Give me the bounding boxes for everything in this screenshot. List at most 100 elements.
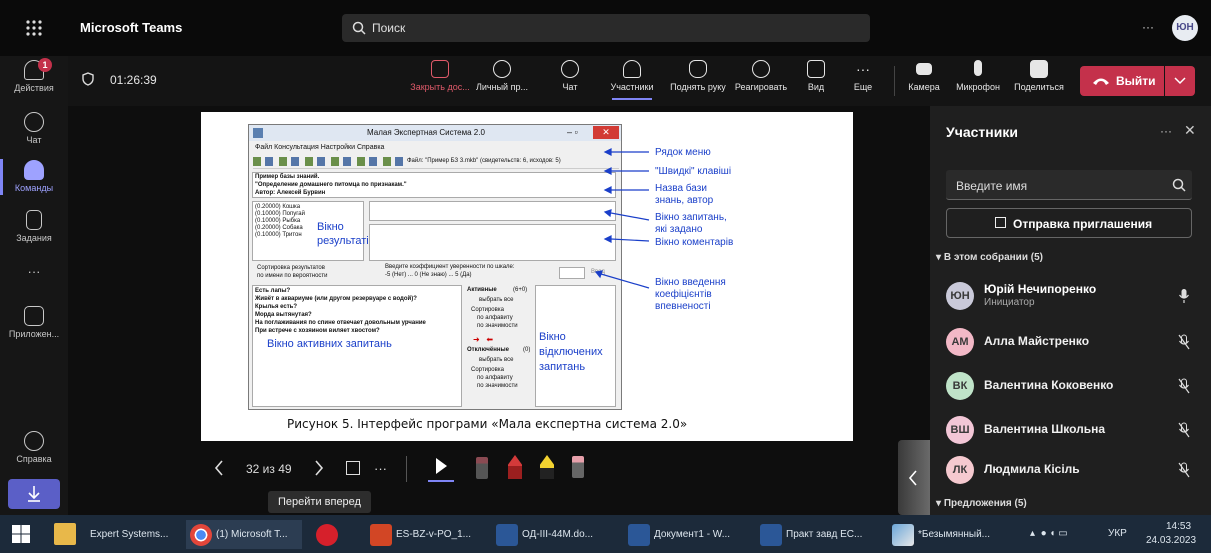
hangup-icon	[1093, 78, 1109, 85]
divider	[894, 66, 895, 96]
rail-item-assignments[interactable]: Задания	[0, 210, 68, 243]
avatar: ЛК	[946, 456, 974, 484]
clock-date[interactable]: 24.03.2023	[1146, 535, 1196, 546]
app-launcher-icon[interactable]	[24, 18, 44, 38]
pen-gray-icon[interactable]	[476, 457, 488, 479]
rail-item-more[interactable]: ···	[0, 264, 68, 279]
taskbar-label: Expert Systems...	[90, 529, 168, 540]
rail-item-label: Приложен...	[8, 329, 60, 339]
participants-panel: Участники ··· ✕ Введите имя Отправка при…	[930, 106, 1211, 515]
close-share-button[interactable]: Закрыть дос...	[410, 60, 470, 92]
participant-name: Людмила Кісіль	[984, 462, 1080, 476]
camera-button[interactable]: Камера	[906, 60, 942, 92]
view-button[interactable]: Вид	[803, 60, 829, 92]
participants-button[interactable]: Участники	[602, 60, 662, 100]
shield-icon	[82, 72, 94, 86]
highlighter-icon[interactable]	[540, 455, 554, 479]
rail-item-teams[interactable]: Команды	[0, 160, 68, 193]
download-button[interactable]	[8, 479, 60, 509]
rail-item-apps[interactable]: Приложен...	[0, 306, 68, 339]
apps-icon	[24, 306, 44, 326]
grid-icon[interactable]	[346, 461, 360, 475]
rail-item-activity[interactable]: Действия 1	[0, 58, 68, 93]
more-options-button[interactable]: ···	[374, 461, 387, 476]
personal-button[interactable]: Личный пр...	[475, 60, 529, 92]
button-label: Участники	[610, 82, 654, 92]
rail-item-help[interactable]: Справка	[0, 431, 68, 464]
search-icon	[352, 21, 366, 35]
avatar: АМ	[946, 328, 974, 356]
teams-icon	[24, 160, 44, 180]
collapse-icon: ▾	[936, 252, 944, 263]
participant-row[interactable]: ЛК Людмила Кісіль	[946, 450, 1196, 490]
next-slide-icon[interactable]	[314, 460, 324, 476]
participant-row[interactable]: ВК Валентина Коковенко	[946, 366, 1196, 406]
participant-row[interactable]: ЮН Юрій Нечипоренко Инициатор	[946, 276, 1196, 316]
section-label: В этом собрании (5)	[943, 252, 1043, 263]
more-actions-button[interactable]: ··· Еще	[848, 60, 878, 92]
user-avatar[interactable]: ЮН	[1172, 15, 1198, 41]
language-indicator[interactable]: УКР	[1108, 528, 1127, 539]
taskbar-item[interactable]: Практ завд ЕС...	[756, 520, 882, 549]
taskbar-item[interactable]: Expert Systems...	[60, 520, 168, 549]
search-icon	[1172, 178, 1186, 192]
clock-time[interactable]: 14:53	[1166, 521, 1191, 532]
word-icon	[496, 524, 518, 546]
button-label: Чат	[562, 82, 578, 92]
suggestions-section[interactable]: ▾ Предложения (5)	[936, 498, 1027, 509]
taskbar-item[interactable]: (1) Microsoft T...	[186, 520, 302, 549]
taskbar-item[interactable]	[312, 520, 356, 549]
participant-row[interactable]: АМ Алла Майстренко	[946, 322, 1196, 362]
button-label: Камера	[908, 82, 940, 92]
button-label: Микрофон	[956, 82, 1000, 92]
rail-item-label: Команды	[14, 183, 54, 193]
annotation-questions: які задано	[655, 224, 703, 235]
app-title: Microsoft Teams	[80, 20, 183, 35]
close-panel-icon[interactable]: ✕	[1184, 122, 1196, 139]
participant-role: Инициатор	[984, 297, 1035, 308]
raise-hand-button[interactable]: Поднять руку	[668, 60, 728, 92]
grid-view-icon	[807, 60, 825, 78]
react-button[interactable]: Реагировать	[734, 60, 788, 92]
taskbar-label: Практ завд ЕС...	[786, 529, 863, 540]
leave-options-button[interactable]	[1165, 66, 1195, 96]
in-meeting-section[interactable]: ▾ В этом собрании (5)	[936, 252, 1043, 263]
share-icon	[1030, 60, 1048, 78]
leave-button[interactable]: Выйти	[1080, 66, 1164, 96]
mic-button[interactable]: Микрофон	[954, 60, 1002, 92]
assignments-icon	[26, 210, 42, 230]
app-rail: Действия 1 Чат Команды Задания ··· Прило…	[0, 56, 68, 515]
chrome-icon	[190, 524, 212, 546]
previous-slide-icon[interactable]	[214, 460, 224, 476]
taskbar-item[interactable]: ES-BZ-v-PO_1...	[366, 520, 486, 549]
collapse-icon: ▾	[936, 498, 944, 509]
tray-icons[interactable]: ▴ ● ◖ ▭	[1030, 528, 1100, 540]
eraser-icon[interactable]	[572, 456, 584, 478]
participant-row[interactable]: ВШ Валентина Школьна	[946, 410, 1196, 450]
section-label: Предложения (5)	[943, 498, 1027, 509]
powerpoint-icon	[370, 524, 392, 546]
windows-start-icon[interactable]	[12, 525, 30, 543]
name-search-input[interactable]: Введите имя	[946, 170, 1192, 200]
chevron-left-icon[interactable]	[908, 470, 918, 486]
chat-icon	[561, 60, 579, 78]
taskbar-item[interactable]: ОД-ІІІ-44М.do...	[492, 520, 618, 549]
share-button[interactable]: Поделиться	[1011, 60, 1067, 92]
taskbar-label: Документ1 - W...	[654, 529, 731, 540]
panel-more-button[interactable]: ···	[1160, 124, 1172, 138]
pointer-icon[interactable]	[434, 457, 448, 475]
taskbar-item[interactable]: *Безымянный...	[888, 520, 1014, 549]
pen-red-icon[interactable]	[508, 455, 522, 479]
rail-item-label: Справка	[16, 454, 52, 464]
rail-item-chat[interactable]: Чат	[0, 112, 68, 145]
button-label: Поднять руку	[670, 82, 726, 92]
taskbar-item[interactable]: Документ1 - W...	[624, 520, 750, 549]
search-box[interactable]: Поиск	[342, 14, 870, 42]
rail-item-label: Действия	[14, 83, 54, 93]
annotation-questions: Вікно запитань,	[655, 212, 727, 223]
send-invite-button[interactable]: Отправка приглашения	[946, 208, 1192, 238]
more-options-button[interactable]: ···	[1142, 20, 1154, 34]
chat-button[interactable]: Чат	[553, 60, 587, 92]
windows-taskbar: Expert Systems... (1) Microsoft T... ES-…	[0, 515, 1211, 553]
active-underline	[612, 98, 652, 100]
